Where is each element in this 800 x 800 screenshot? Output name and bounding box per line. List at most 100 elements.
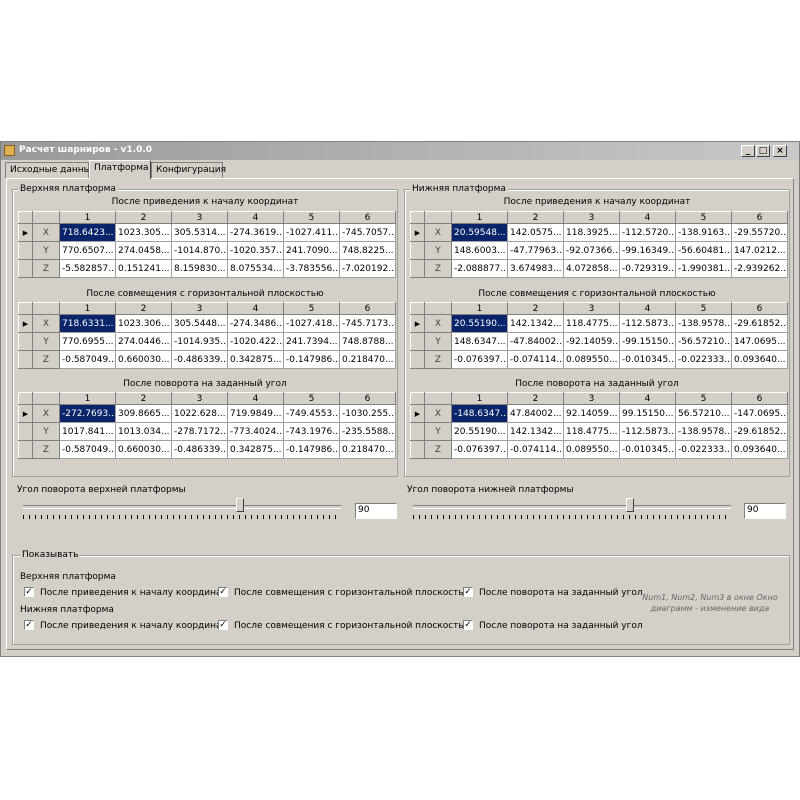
maximize-button[interactable]: □	[756, 145, 770, 157]
grid-cell[interactable]: 20.55190...	[451, 314, 508, 333]
grid-cell[interactable]: -1.990381...	[675, 259, 732, 278]
row-indicator[interactable]	[410, 440, 425, 459]
grid-cell[interactable]: 0.093640...	[731, 350, 788, 369]
row-header[interactable]: Y	[424, 241, 452, 260]
grid-cell[interactable]: 8.159830...	[171, 259, 228, 278]
grid-cell[interactable]: -112.5720...	[619, 223, 676, 242]
grid-cell[interactable]: 274.0458...	[115, 241, 172, 260]
grid-cell[interactable]: 118.4775...	[563, 422, 620, 441]
lower-opt1-checkbox[interactable]: ✓	[24, 620, 34, 630]
grid-cell[interactable]: -272.7693...	[59, 404, 116, 423]
column-header[interactable]: 3	[171, 211, 228, 224]
column-header[interactable]: 3	[171, 302, 228, 315]
row-header[interactable]: Y	[424, 332, 452, 351]
grid-cell[interactable]: -56.57210...	[675, 332, 732, 351]
grid-cell[interactable]: -0.076397...	[451, 350, 508, 369]
column-header[interactable]: 1	[59, 392, 116, 405]
row-header[interactable]: Z	[424, 440, 452, 459]
column-header[interactable]: 2	[115, 392, 172, 405]
column-header[interactable]: 1	[451, 302, 508, 315]
grid-cell[interactable]: -749.4553...	[283, 404, 340, 423]
row-header[interactable]: X	[32, 404, 60, 423]
lower-opt3-checkbox[interactable]: ✓	[463, 620, 473, 630]
row-indicator[interactable]	[18, 440, 33, 459]
current-row-arrow-icon[interactable]: ▶	[18, 223, 33, 242]
grid-cell[interactable]: -112.5873...	[619, 314, 676, 333]
grid-cell[interactable]: -0.022333...	[675, 440, 732, 459]
grid-cell[interactable]: 1023.306...	[115, 314, 172, 333]
table-row[interactable]: Y 148.6347... -47.84002... -92.14059... -99.…	[410, 332, 788, 351]
table-row[interactable]: Z -0.076397... -0.074114... 0.089550... -0.0…	[410, 350, 788, 369]
grid-cell[interactable]: -138.9578...	[675, 422, 732, 441]
grid-cell[interactable]: 4.072858...	[563, 259, 620, 278]
row-indicator[interactable]	[18, 422, 33, 441]
grid-cell[interactable]: -743.1976...	[283, 422, 340, 441]
row-header[interactable]: Y	[32, 422, 60, 441]
upper-grid-1[interactable]: 1 2 3 4 5 6 ▶ X 718.6423... 1023.305... 305.5314..…	[18, 211, 396, 278]
row-header[interactable]: X	[424, 404, 452, 423]
column-header[interactable]: 5	[675, 392, 732, 405]
grid-cell[interactable]: -1020.357...	[227, 241, 284, 260]
table-row[interactable]: Z -5.582857... 0.151241... 8.159830... 8.075…	[18, 259, 396, 278]
grid-cell[interactable]: -0.486339...	[171, 350, 228, 369]
grid-cell[interactable]: -0.587049...	[59, 350, 116, 369]
column-header[interactable]: 5	[675, 302, 732, 315]
table-row[interactable]: ▶ X 20.55190... 142.1342... 118.4775... -112.…	[410, 314, 788, 333]
column-header[interactable]: 4	[619, 211, 676, 224]
current-row-arrow-icon[interactable]: ▶	[410, 314, 425, 333]
row-header[interactable]: Z	[424, 259, 452, 278]
grid-cell[interactable]: -2.088877...	[451, 259, 508, 278]
column-header[interactable]: 6	[731, 392, 788, 405]
grid-cell[interactable]: -99.16349...	[619, 241, 676, 260]
column-header[interactable]: 2	[507, 302, 564, 315]
grid-cell[interactable]: -1014.870...	[171, 241, 228, 260]
grid-cell[interactable]: 0.093640...	[731, 440, 788, 459]
grid-cell[interactable]: -0.147986...	[283, 350, 340, 369]
current-row-arrow-icon[interactable]: ▶	[410, 223, 425, 242]
grid-cell[interactable]: -0.147986...	[283, 440, 340, 459]
grid-cell[interactable]: -274.3486...	[227, 314, 284, 333]
upper-opt2-checkbox[interactable]: ✓	[218, 587, 228, 597]
row-indicator[interactable]	[18, 350, 33, 369]
grid-cell[interactable]: 142.0575...	[507, 223, 564, 242]
column-header[interactable]: 2	[507, 211, 564, 224]
grid-cell[interactable]: -29.61852...	[731, 422, 788, 441]
lower-opt1-label[interactable]: После приведения к началу координат	[40, 621, 227, 631]
row-indicator[interactable]	[410, 350, 425, 369]
row-header[interactable]: Y	[32, 332, 60, 351]
grid-cell[interactable]: 47.84002...	[507, 404, 564, 423]
row-header[interactable]: X	[424, 223, 452, 242]
grid-cell[interactable]: -1014.935...	[171, 332, 228, 351]
grid-cell[interactable]: 274.0446...	[115, 332, 172, 351]
column-header[interactable]: 4	[619, 302, 676, 315]
row-indicator[interactable]	[410, 259, 425, 278]
lower-grid-1[interactable]: 1 2 3 4 5 6 ▶ X 20.59548... 142.0575... 118.3925..…	[410, 211, 788, 278]
grid-cell[interactable]: -0.076397...	[451, 440, 508, 459]
row-header[interactable]: Z	[32, 350, 60, 369]
grid-cell[interactable]: -99.15150...	[619, 332, 676, 351]
grid-cell[interactable]: 719.9849...	[227, 404, 284, 423]
title-bar[interactable]: Расчет шарниров - v1.0.0 _ □ ×	[1, 142, 799, 160]
row-indicator[interactable]	[410, 422, 425, 441]
row-header[interactable]: X	[32, 314, 60, 333]
column-header[interactable]: 5	[283, 302, 340, 315]
column-header[interactable]: 6	[339, 392, 396, 405]
column-header[interactable]: 6	[339, 211, 396, 224]
upper-grid-2[interactable]: 1 2 3 4 5 6 ▶ X 718.6331... 1023.306... 305.5448..…	[18, 302, 396, 369]
column-header[interactable]: 3	[563, 302, 620, 315]
column-header[interactable]: 6	[339, 302, 396, 315]
row-header[interactable]: Y	[32, 241, 60, 260]
row-header[interactable]: Z	[32, 259, 60, 278]
grid-cell[interactable]: 148.6003...	[451, 241, 508, 260]
column-header[interactable]: 5	[283, 211, 340, 224]
grid-cell[interactable]: 147.0212...	[731, 241, 788, 260]
table-row[interactable]: ▶ X 718.6331... 1023.306... 305.5448... -274.…	[18, 314, 396, 333]
table-row[interactable]: ▶ X -272.7693... 309.8665... 1022.628... 719.…	[18, 404, 396, 423]
grid-cell[interactable]: 1022.628...	[171, 404, 228, 423]
lower-angle-slider[interactable]	[413, 497, 731, 519]
grid-cell[interactable]: -147.0695...	[731, 404, 788, 423]
grid-cell[interactable]: 20.55190...	[451, 422, 508, 441]
upper-angle-input[interactable]: 90	[355, 503, 397, 519]
grid-cell[interactable]: 748.8788...	[339, 332, 396, 351]
lower-grid-3[interactable]: 1 2 3 4 5 6 ▶ X -148.6347... 47.84002... 92.14059.…	[410, 392, 788, 459]
